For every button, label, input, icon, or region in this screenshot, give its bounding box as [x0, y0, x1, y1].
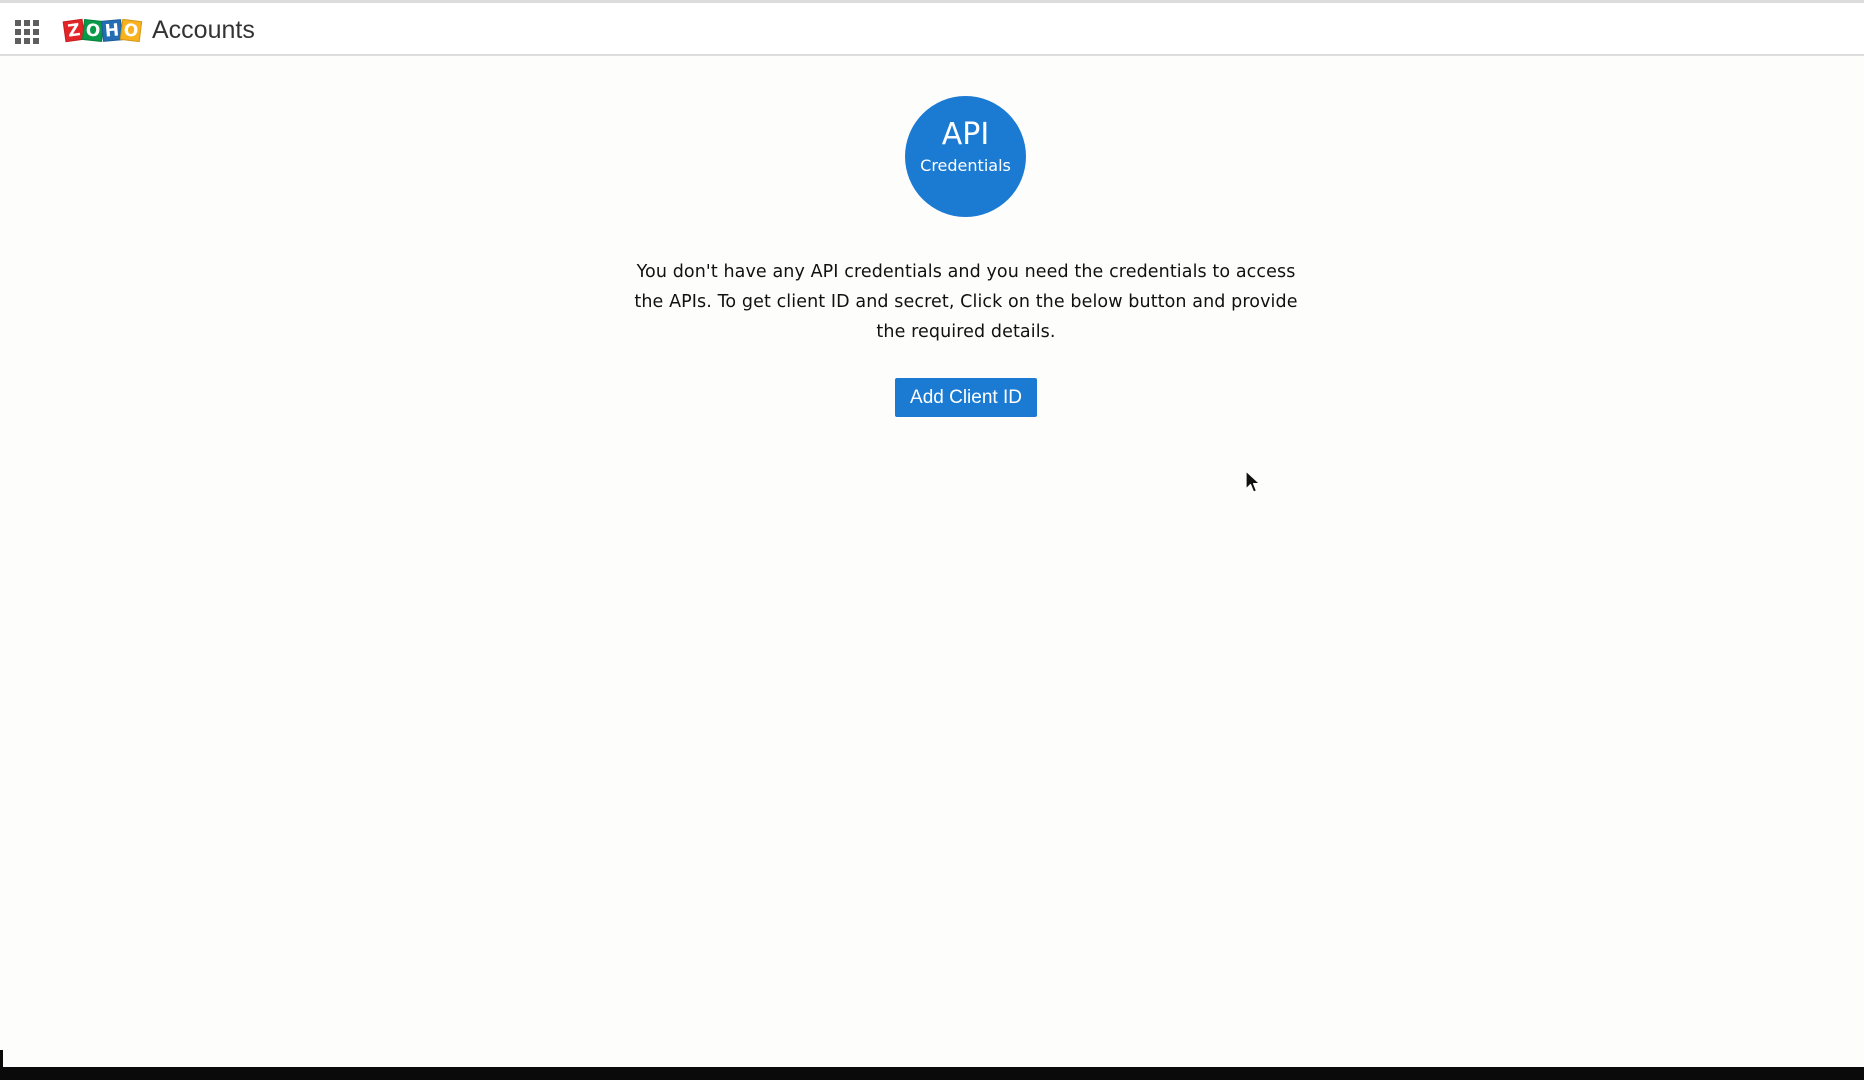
window-left-edge	[0, 1050, 3, 1067]
window-bottom-bar	[0, 1067, 1864, 1080]
zoho-logo[interactable]: Z O H O	[62, 15, 146, 45]
add-client-id-button[interactable]: Add Client ID	[895, 378, 1037, 417]
top-header: Z O H O Accounts	[0, 3, 1864, 56]
api-credentials-badge: API Credentials	[905, 96, 1026, 217]
badge-title: API	[941, 117, 990, 152]
empty-state-message: You don't have any API credentials and y…	[634, 262, 1298, 342]
badge-subtitle: Credentials	[920, 156, 1011, 175]
app-window: Z O H O Accounts API Credentials You don…	[0, 0, 1864, 1080]
mouse-pointer-icon	[1245, 470, 1261, 493]
apps-grid-icon[interactable]	[15, 20, 39, 44]
logo-tile: O	[119, 18, 143, 42]
app-title: Accounts	[152, 16, 255, 44]
